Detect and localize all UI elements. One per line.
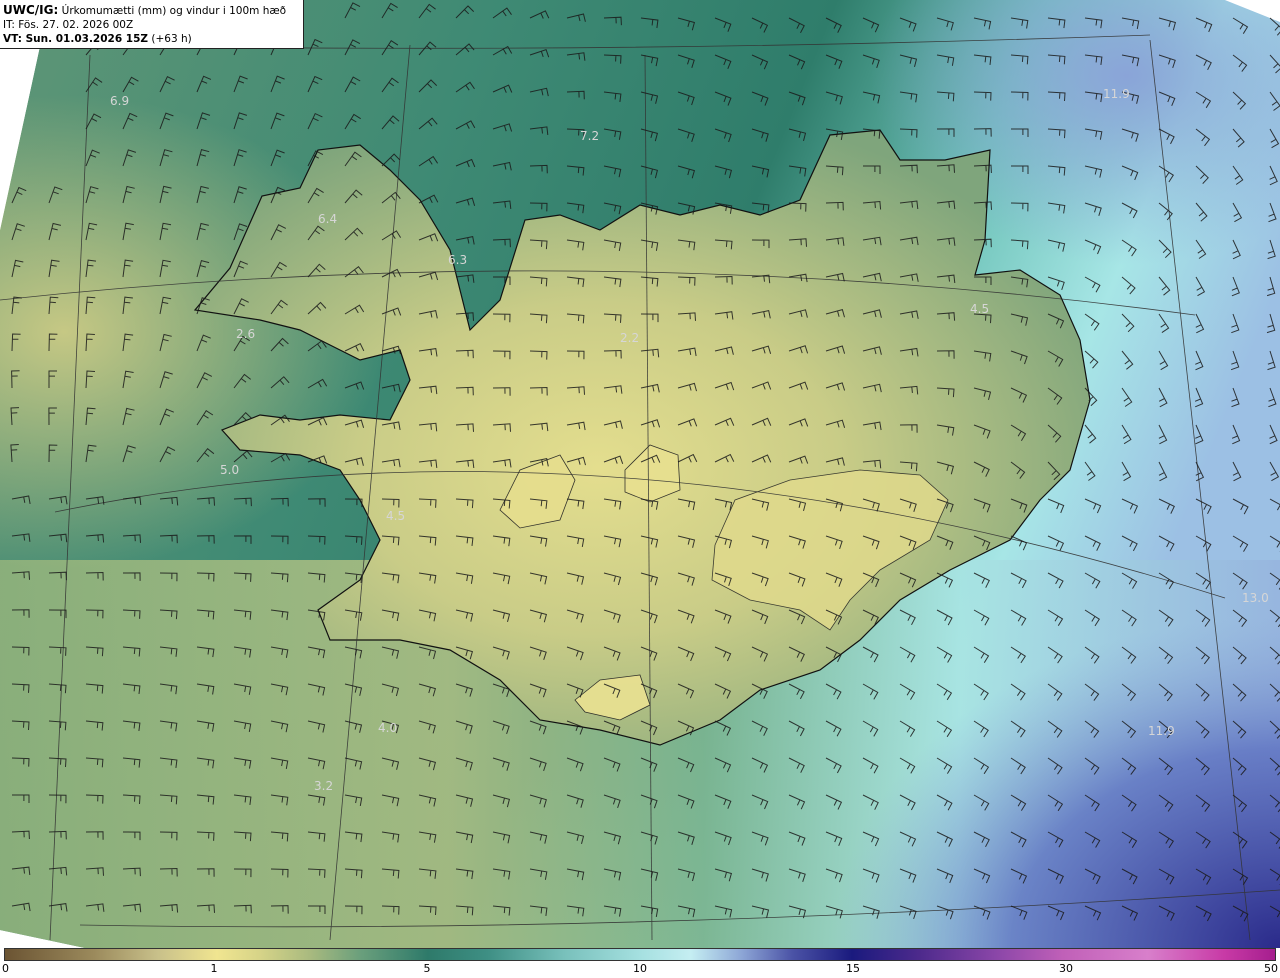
precip-label: 6.9: [110, 94, 129, 108]
init-time: IT: Fös. 27. 02. 2026 00Z: [3, 19, 134, 31]
valid-time: VT: Sun. 01.03.2026 15Z: [3, 33, 149, 45]
precip-label: 3.2: [314, 779, 333, 793]
precip-label: 4.0: [378, 721, 397, 735]
colorbar-tick: 0: [2, 962, 9, 975]
precip-label: 6.3: [448, 253, 467, 267]
precip-label: 5.0: [220, 463, 239, 477]
precip-label: 4.5: [386, 509, 405, 523]
map-title-box: UWC/IG: Úrkomumætti (mm) og vindur i 100…: [0, 0, 304, 49]
valid-time-line: VT: Sun. 01.03.2026 15Z (+63 h): [3, 32, 300, 46]
precip-label: 13.0: [1242, 591, 1269, 605]
precip-label: 2.6: [236, 327, 255, 341]
precip-label: 7.2: [580, 129, 599, 143]
colorbar-tick: 10: [633, 962, 647, 975]
colorbar-tick: 50: [1264, 962, 1278, 975]
title-line-1: UWC/IG: Úrkomumætti (mm) og vindur i 100…: [3, 3, 300, 18]
precip-label: 6.4: [318, 212, 337, 226]
colorbar-tick: 15: [846, 962, 860, 975]
model-name: UWC/IG:: [3, 3, 59, 17]
precip-label: 2.2: [620, 331, 639, 345]
colorbar-tick: 1: [210, 962, 218, 975]
colorbar: [4, 948, 1276, 961]
product-title: Úrkomumætti (mm) og vindur i 100m hæð: [58, 5, 287, 17]
colorbar-legend: 0 1 5 10 15 30 50: [0, 948, 1280, 978]
precip-label: 11.9: [1103, 87, 1130, 101]
weather-map: 6.9 7.2 11.9 6.4 6.3 4.5 2.6 2.2 5.0 4.5…: [0, 0, 1280, 948]
precip-label: 4.5: [970, 302, 989, 316]
forecast-lead: (+63 h): [148, 33, 192, 45]
precip-label: 11.9: [1148, 724, 1175, 738]
colorbar-tick: 30: [1059, 962, 1073, 975]
colorbar-tick: 5: [423, 962, 431, 975]
